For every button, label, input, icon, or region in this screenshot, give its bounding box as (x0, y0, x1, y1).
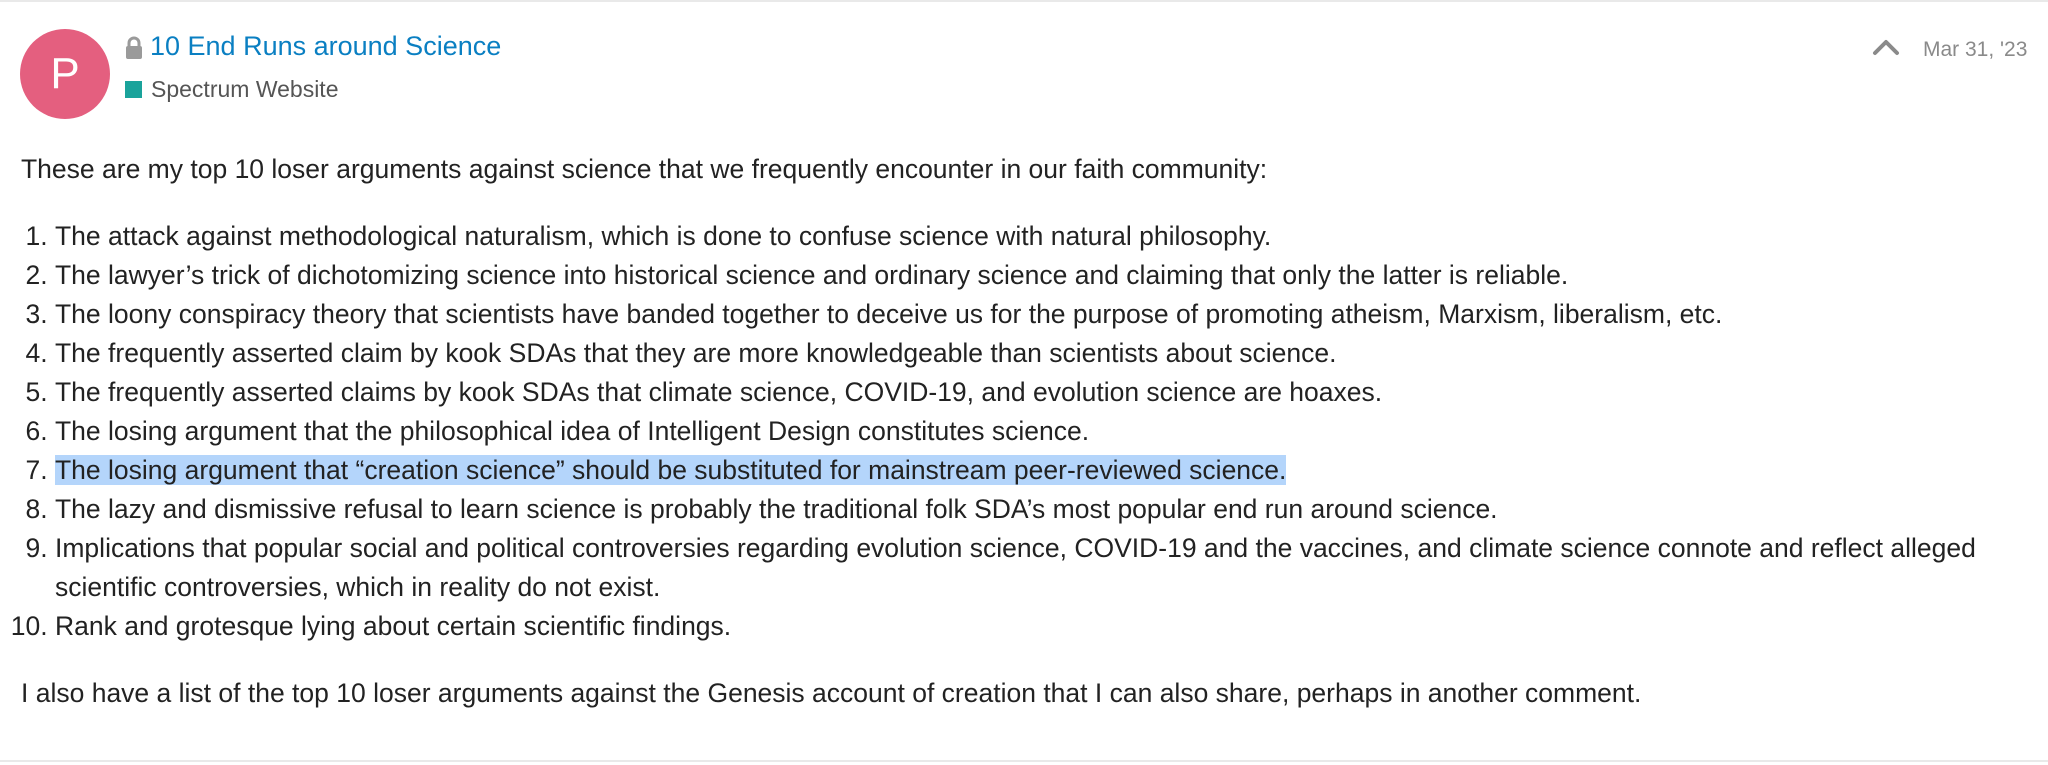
bottom-divider (0, 760, 2048, 762)
post-body: These are my top 10 loser arguments agai… (21, 150, 2026, 713)
list-item-text: The losing argument that the philosophic… (55, 416, 1090, 446)
list-item: The frequently asserted claims by kook S… (55, 373, 2026, 412)
chevron-up-icon[interactable] (1872, 38, 1900, 56)
list-item-text: The lazy and dismissive refusal to learn… (55, 494, 1498, 524)
list-item: The lazy and dismissive refusal to learn… (55, 490, 2026, 529)
outro-paragraph: I also have a list of the top 10 loser a… (21, 678, 1642, 708)
list-item-text: The lawyer’s trick of dichotomizing scie… (55, 260, 1569, 290)
list-item: The losing argument that “creation scien… (55, 451, 2026, 490)
list-item-text: Implications that popular social and pol… (55, 533, 1976, 602)
list-item: The frequently asserted claim by kook SD… (55, 334, 2026, 373)
intro-paragraph: These are my top 10 loser arguments agai… (21, 154, 1268, 184)
list-item: Implications that popular social and pol… (55, 529, 2026, 607)
list-item-text: The frequently asserted claim by kook SD… (55, 338, 1337, 368)
topic-header: 10 End Runs around Science (124, 31, 501, 62)
topic-title-link[interactable]: 10 End Runs around Science (150, 31, 501, 62)
category-name: Spectrum Website (151, 76, 339, 102)
list-item-text: The frequently asserted claims by kook S… (55, 377, 1383, 407)
list-item: The attack against methodological natura… (55, 217, 2026, 256)
list-item-text: Rank and grotesque lying about certain s… (55, 611, 732, 641)
list-item-text: The attack against methodological natura… (55, 221, 1272, 251)
arguments-list: The attack against methodological natura… (21, 217, 2026, 646)
top-divider (0, 0, 2048, 2)
list-item: The losing argument that the philosophic… (55, 412, 2026, 451)
avatar[interactable]: P (20, 29, 110, 119)
post-date[interactable]: Mar 31, '23 (1923, 38, 2027, 62)
list-item: The loony conspiracy theory that scienti… (55, 295, 2026, 334)
category-color-square (125, 81, 142, 98)
lock-icon (126, 36, 142, 59)
category-badge[interactable]: Spectrum Website (125, 76, 338, 103)
avatar-letter: P (50, 49, 80, 98)
list-item-text: The loony conspiracy theory that scienti… (55, 299, 1723, 329)
highlighted-selection: The losing argument that “creation scien… (55, 455, 1287, 485)
list-item: The lawyer’s trick of dichotomizing scie… (55, 256, 2026, 295)
list-item: Rank and grotesque lying about certain s… (55, 607, 2026, 646)
